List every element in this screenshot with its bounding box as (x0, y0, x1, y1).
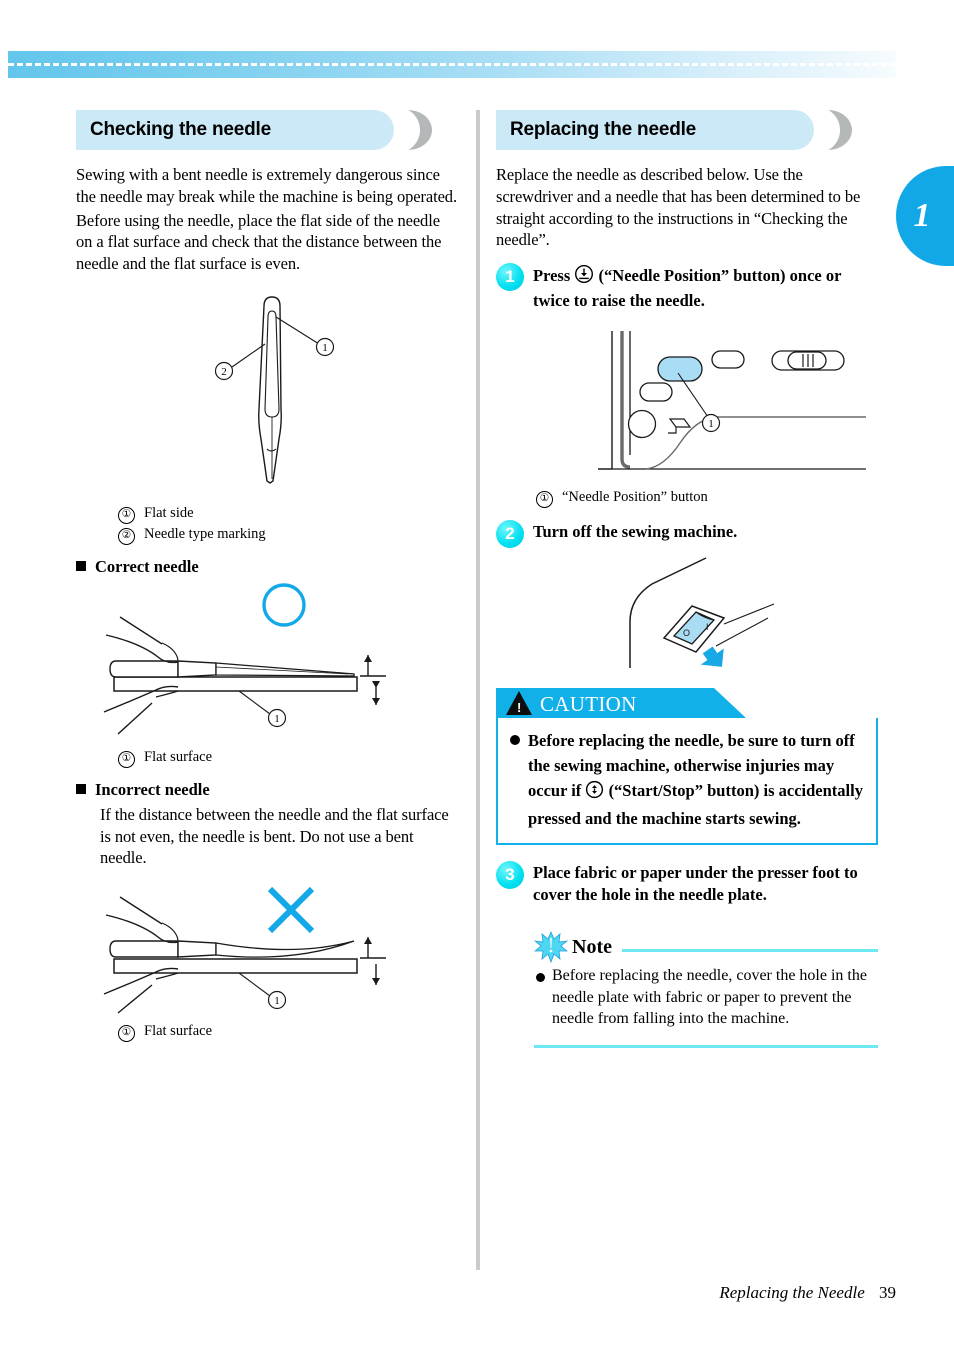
chapter-number: 1 (913, 197, 931, 234)
subheading-correct-needle: Correct needle (76, 557, 458, 577)
start-stop-icon (585, 780, 604, 806)
figure-incorrect-needle: 1 (76, 875, 458, 1015)
black-square-bullet-icon (76, 560, 86, 571)
subheading-label: Correct needle (95, 556, 199, 576)
step-3-text: Place fabric or paper under the presser … (533, 863, 858, 904)
section-title: Replacing the needle (510, 119, 697, 140)
legend-item: ① “Needle Position” button (536, 487, 878, 508)
legend-item: ① Flat side (118, 503, 458, 524)
power-switch-drawing: O I (629, 557, 775, 668)
figure-power-switch: O I (538, 556, 878, 674)
svg-text:1: 1 (274, 995, 280, 1007)
note-title: Note (572, 935, 612, 958)
section-header-replacing-the-needle: Replacing the needle (496, 110, 878, 150)
correct-needle-drawing: 1 (103, 583, 386, 735)
right-column: Replacing the needle Replace the needle … (496, 110, 878, 1049)
footer-title: Replacing the Needle (719, 1283, 865, 1302)
legend-label: “Needle Position” button (562, 488, 708, 505)
svg-text:I: I (706, 622, 709, 632)
legend-item: ① Flat surface (118, 747, 458, 768)
note-box: Note Before replacing the needle, cover … (533, 931, 878, 1049)
warning-exclamation-glyph: ! (517, 699, 522, 715)
section-header-crescent-decoration (404, 110, 452, 150)
svg-text:1: 1 (274, 713, 280, 725)
top-banner-dashed-line (8, 63, 896, 66)
left-column: Checking the needle Sewing with a bent n… (76, 110, 458, 1043)
step-2-text: Turn off the sewing machine. (533, 521, 738, 541)
incorrect-needle-legend: ① Flat surface (76, 1021, 458, 1043)
note-header-rule (621, 948, 878, 952)
incorrect-needle-paragraph: If the distance between the needle and t… (100, 804, 449, 868)
caution-header: ! CAUTION (496, 687, 746, 718)
legend-label: Needle type marking (144, 525, 266, 542)
legend-label: Flat surface (144, 748, 213, 765)
step-1: 1 Press (“Needle Position” button) once … (496, 263, 878, 311)
step-number-badge: 3 (496, 861, 524, 890)
step-number-badge: 1 (496, 263, 524, 292)
svg-text:1: 1 (322, 342, 328, 354)
chapter-number-tab: 1 (896, 166, 954, 266)
caution-body: Before replacing the needle, be sure to … (496, 717, 878, 846)
legend-number: ② (118, 527, 135, 545)
machine-figure-legend: ① “Needle Position” button (496, 487, 878, 508)
needle-figure-legend: ① Flat side ② Needle type marking (76, 503, 458, 545)
figure-needle-parts: 1 2 (76, 289, 458, 497)
legend-item: ② Needle type marking (118, 524, 458, 545)
page-footer: Replacing the Needle 39 (0, 1283, 896, 1303)
step-3: 3 Place fabric or paper under the presse… (496, 861, 878, 905)
step-2: 2 Turn off the sewing machine. (496, 519, 878, 548)
section-title: Checking the needle (90, 119, 271, 140)
incorrect-needle-drawing: 1 (103, 887, 386, 1014)
column-divider (476, 110, 480, 1270)
needle-parts-drawing: 1 2 (214, 296, 335, 484)
black-square-bullet-icon (76, 783, 86, 794)
legend-number: ① (118, 1025, 135, 1043)
legend-item: ① Flat surface (118, 1021, 458, 1043)
subheading-label: Incorrect needle (95, 779, 210, 799)
step-1-text-before-icon: Press (533, 266, 571, 286)
bullet-dot-icon (510, 734, 520, 745)
legend-number: ① (536, 490, 553, 508)
replacing-intro-paragraph: Replace the needle as described below. U… (496, 165, 861, 250)
caution-item: Before replacing the needle, be sure to … (510, 728, 864, 831)
legend-number: ① (118, 506, 135, 524)
note-item-text: Before replacing the needle, cover the h… (552, 967, 867, 1028)
section-header-checking-the-needle: Checking the needle (76, 110, 458, 150)
note-item: Before replacing the needle, cover the h… (534, 965, 878, 1029)
correct-needle-legend: ① Flat surface (76, 747, 458, 768)
intro-paragraph-1: Sewing with a bent needle is extremely d… (76, 165, 457, 206)
figure-correct-needle: 1 (76, 581, 458, 741)
caution-box: ! CAUTION Before replacing the needle, b… (496, 687, 878, 846)
note-bottom-rule (534, 1045, 878, 1049)
needle-position-icon (574, 264, 594, 289)
bullet-dot-icon (536, 973, 545, 983)
caution-title: CAUTION (540, 691, 637, 716)
subheading-incorrect-needle: Incorrect needle (76, 780, 458, 800)
legend-label: Flat side (144, 504, 194, 521)
step-1-text: Press (“Needle Position” button) once or… (533, 263, 878, 311)
legend-number: ① (118, 750, 135, 768)
svg-text:O: O (683, 628, 690, 638)
intro-paragraph-2: Before using the needle, place the flat … (76, 210, 442, 274)
step-number-badge: 2 (496, 519, 524, 548)
svg-text:2: 2 (221, 366, 227, 378)
note-starburst-icon (533, 931, 569, 964)
footer-page-number: 39 (879, 1283, 896, 1302)
operation-panel-drawing: 1 (598, 330, 866, 470)
legend-label: Flat surface (144, 1023, 213, 1040)
note-header: Note (533, 931, 878, 964)
figure-machine-operation-panel: 1 (536, 321, 878, 481)
svg-text:1: 1 (708, 418, 714, 430)
section-header-crescent-decoration (824, 110, 872, 150)
caution-item-text: Before replacing the needle, be sure to … (528, 728, 864, 831)
